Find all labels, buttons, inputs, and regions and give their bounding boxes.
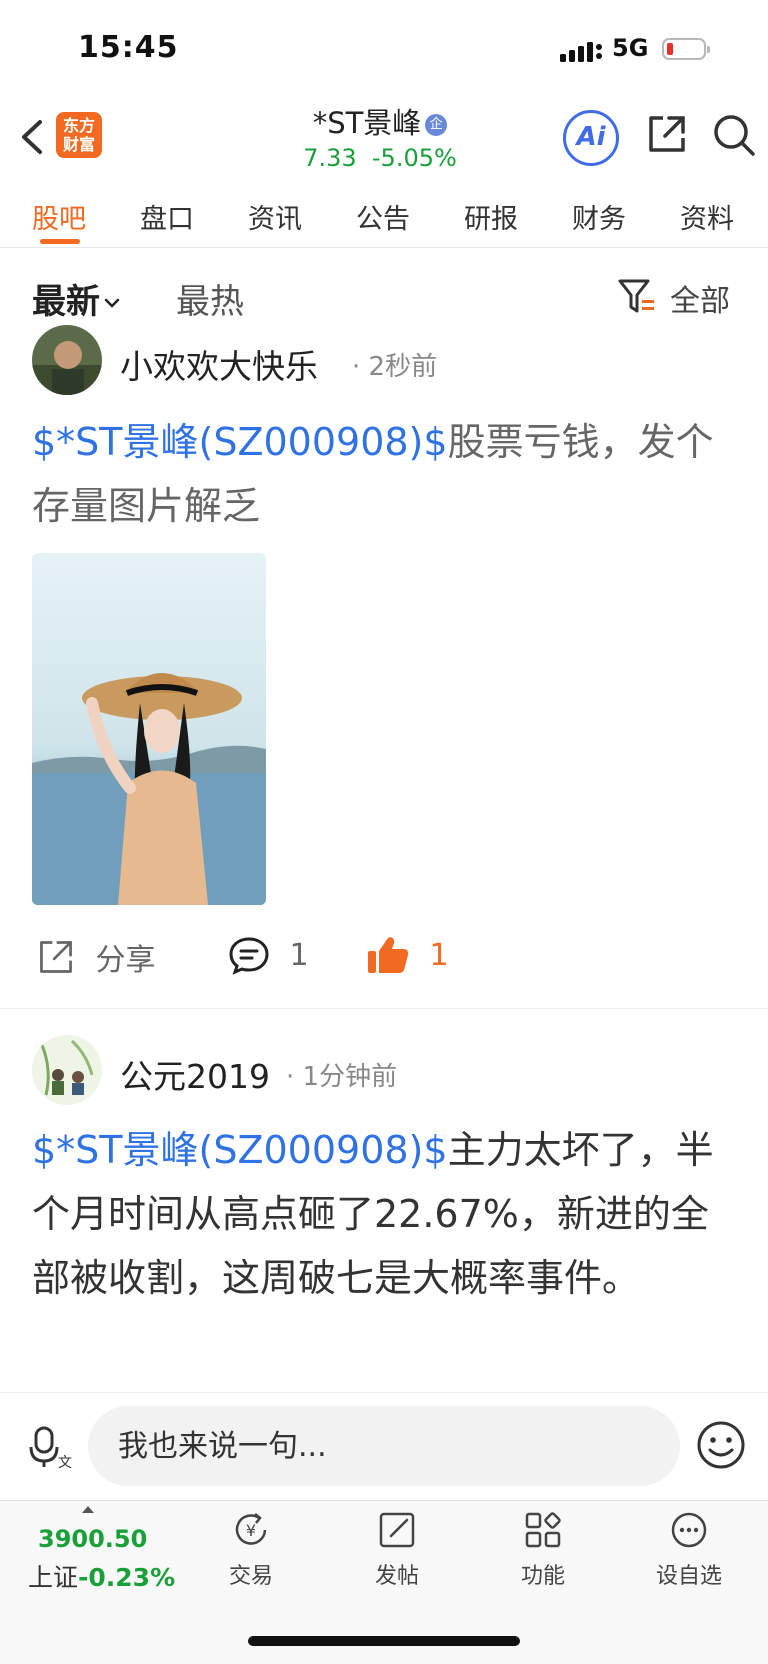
nav-functions[interactable]: 功能 (488, 1510, 598, 1590)
nav-post[interactable]: 发帖 (342, 1510, 452, 1590)
nav-add-watchlist-label: 设自选 (655, 1564, 722, 1589)
tab-research[interactable]: 研报 (464, 197, 518, 236)
emoji-icon[interactable] (696, 1420, 746, 1474)
home-indicator (248, 1636, 520, 1646)
index-quote[interactable]: 上证-0.23% (28, 1558, 175, 1594)
post-time: · 2秒前 (352, 352, 438, 382)
like-action[interactable]: 1 (366, 935, 449, 975)
sort-latest-dropdown[interactable]: 最新 (32, 274, 121, 323)
sort-latest-label: 最新 (32, 282, 100, 322)
stock-title[interactable]: *ST景峰企 (230, 100, 530, 142)
grid-icon (525, 1512, 561, 1548)
nav-post-label: 发帖 (374, 1564, 419, 1589)
filter-all[interactable]: 全部 (670, 276, 730, 320)
signal-icon (560, 40, 604, 66)
post-content[interactable]: $*ST景峰(SZ000908)$股票亏钱，发个存量图片解乏 (32, 410, 732, 538)
back-button[interactable] (18, 112, 48, 162)
search-icon (714, 115, 755, 156)
more-icon (671, 1512, 707, 1548)
tab-news[interactable]: 资讯 (248, 197, 302, 236)
comment-icon (229, 937, 269, 975)
post-username[interactable]: 小欢欢大快乐 (120, 340, 318, 388)
enterprise-badge: 企 (425, 114, 448, 136)
svg-text:文: 文 (58, 1455, 72, 1469)
logo-line-1: 东方 (62, 116, 95, 135)
nav-add-watchlist[interactable]: 设自选 (634, 1510, 744, 1590)
share-icon (649, 116, 685, 152)
nav-trade[interactable]: ¥ 交易 (196, 1510, 306, 1590)
active-tab-indicator (40, 239, 80, 244)
svg-text:¥: ¥ (246, 1521, 256, 1540)
post-time: · 1分钟前 (286, 1062, 398, 1092)
post-username[interactable]: 公元2019 (120, 1050, 270, 1098)
tab-guba[interactable]: 股吧 (32, 197, 86, 236)
comment-input[interactable] (88, 1406, 680, 1486)
like-count: 1 (429, 937, 449, 973)
chevron-down-icon (104, 298, 120, 308)
avatar[interactable] (32, 325, 102, 395)
share-label: 分享 (95, 943, 156, 978)
tab-profile[interactable]: 资料 (680, 197, 734, 236)
network-type: 5G (612, 34, 649, 62)
stock-quote: 7.33 -5.05% (230, 144, 530, 172)
comment-count: 1 (289, 937, 309, 973)
status-time: 15:45 (78, 30, 179, 65)
battery-icon (662, 38, 710, 60)
chevron-left-icon (22, 120, 42, 154)
filter-icon[interactable] (618, 278, 658, 320)
avatar[interactable] (32, 1035, 102, 1105)
index-value[interactable]: 3900.50 (38, 1525, 147, 1553)
section-tabs: 股吧 盘口 资讯 公告 研报 财务 资料 (0, 183, 768, 248)
post-divider (0, 1008, 768, 1009)
voice-input-icon[interactable]: 文 (28, 1425, 72, 1473)
ai-assistant-button[interactable]: Ai (563, 110, 619, 166)
stock-change: -5.05% (371, 144, 457, 172)
post-content[interactable]: $*ST景峰(SZ000908)$主力太坏了，半个月时间从高点砸了22.67%，… (32, 1118, 732, 1310)
app-logo: 东方 财富 (56, 112, 102, 158)
edit-icon (379, 1512, 415, 1548)
stock-link[interactable]: $*ST景峰(SZ000908)$ (32, 1128, 448, 1172)
stock-name: *ST景峰 (312, 106, 422, 140)
share-button[interactable] (645, 112, 689, 160)
post-image[interactable] (32, 553, 266, 905)
tab-pankou[interactable]: 盘口 (140, 197, 194, 236)
yuan-exchange-icon: ¥ (235, 1513, 267, 1545)
caret-up-icon (82, 1506, 94, 1513)
nav-trade-label: 交易 (228, 1564, 273, 1589)
tab-announcements[interactable]: 公告 (356, 197, 410, 236)
nav-functions-label: 功能 (520, 1564, 565, 1589)
comment-action[interactable]: 1 (228, 935, 309, 975)
tab-finance[interactable]: 财务 (572, 197, 626, 236)
index-name: 上证 (28, 1563, 79, 1592)
post-time-value: 2秒前 (368, 352, 438, 382)
sort-hot[interactable]: 最热 (176, 274, 244, 323)
share-action[interactable]: 分享 (36, 935, 156, 979)
thumbs-up-icon (368, 937, 409, 973)
logo-line-2: 财富 (62, 135, 95, 154)
post-time-value: 1分钟前 (302, 1062, 398, 1092)
share-icon (40, 941, 72, 973)
search-button[interactable] (711, 112, 757, 162)
stock-link[interactable]: $*ST景峰(SZ000908)$ (32, 420, 448, 464)
index-change: -0.23% (78, 1563, 176, 1592)
stock-price: 7.33 (303, 144, 357, 172)
